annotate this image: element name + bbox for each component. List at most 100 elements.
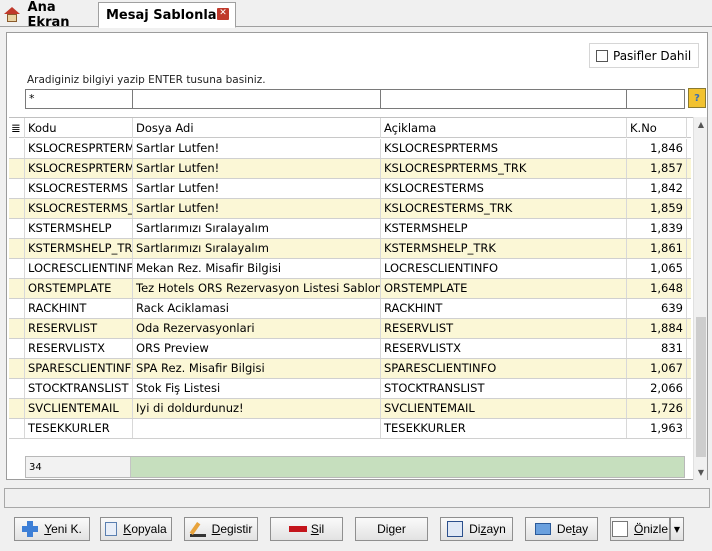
filter-input-kodu[interactable]: * bbox=[25, 89, 133, 109]
cell-aciklama[interactable]: LOCRESCLIENTINFO bbox=[381, 259, 627, 278]
row-indicator[interactable] bbox=[9, 339, 25, 358]
row-indicator[interactable] bbox=[9, 219, 25, 238]
filter-input-dosya-adi[interactable] bbox=[132, 89, 381, 109]
cell-aciklama[interactable]: SPARESCLIENTINFO bbox=[381, 359, 627, 378]
close-icon[interactable]: ✕ bbox=[217, 8, 229, 20]
sil-button[interactable]: Sil bbox=[270, 517, 343, 541]
cell-kno[interactable]: 1,846 bbox=[627, 139, 687, 158]
cell-aciklama[interactable]: RESERVLIST bbox=[381, 319, 627, 338]
row-indicator[interactable] bbox=[9, 419, 25, 438]
table-row[interactable]: STOCKTRANSLIST Stok Fiş Listesi STOCKTRANS… bbox=[9, 379, 691, 399]
cell-aciklama[interactable]: RESERVLISTX bbox=[381, 339, 627, 358]
table-row[interactable]: RESERVLISTX ORS Preview RESERVLISTX 831 bbox=[9, 339, 691, 359]
cell-dosya-adi[interactable]: Sartlar Lutfen! bbox=[133, 139, 381, 158]
cell-dosya-adi[interactable]: ORS Preview bbox=[133, 339, 381, 358]
dizayn-button[interactable]: Dizayn bbox=[440, 517, 513, 541]
cell-kodu[interactable]: TESEKKURLER bbox=[25, 419, 133, 438]
cell-dosya-adi[interactable]: Sartlar Lutfen! bbox=[133, 179, 381, 198]
diger-button[interactable]: Diger bbox=[355, 517, 428, 541]
table-row[interactable]: SVCLIENTEMAIL Iyi di doldurdunuz! SVCLIENT… bbox=[9, 399, 691, 419]
tab-ana-ekran[interactable]: Ana Ekran bbox=[4, 0, 100, 30]
cell-kno[interactable]: 1,842 bbox=[627, 179, 687, 198]
table-row[interactable]: KSLOCRESPRTERMS_TRKSartlar Lutfen!KSLOCR… bbox=[9, 159, 691, 179]
cell-kodu[interactable]: SPARESCLIENTINFO bbox=[25, 359, 133, 378]
cell-dosya-adi[interactable]: Sartlarımızı Sıralayalım bbox=[133, 219, 381, 238]
cell-aciklama[interactable]: RACKHINT bbox=[381, 299, 627, 318]
cell-kno[interactable]: 831 bbox=[627, 339, 687, 358]
table-row[interactable]: KSTERMSHELP_TRK Sartlarımızı Sıralayalım K… bbox=[9, 239, 691, 259]
table-row[interactable]: KSTERMSHELP Sartlarımızı Sıralayalım KSTER… bbox=[9, 219, 691, 239]
scroll-up-icon[interactable]: ▲ bbox=[696, 120, 706, 129]
row-indicator[interactable] bbox=[9, 199, 25, 218]
filter-input-kno[interactable] bbox=[626, 89, 685, 109]
column-chooser-icon[interactable]: ≣ bbox=[9, 118, 25, 138]
row-indicator[interactable] bbox=[9, 399, 25, 418]
cell-kno[interactable]: 1,065 bbox=[627, 259, 687, 278]
cell-kodu[interactable]: RACKHINT bbox=[25, 299, 133, 318]
cell-kodu[interactable]: SVCLIENTEMAIL bbox=[25, 399, 133, 418]
cell-dosya-adi[interactable]: Sartlarımızı Sıralayalım bbox=[133, 239, 381, 258]
pasifler-dahil-checkbox[interactable]: Pasifler Dahil bbox=[589, 43, 699, 68]
table-row[interactable]: KSLOCRESTERMS_TRKSartlar Lutfen!KSLOCRES… bbox=[9, 199, 691, 219]
cell-kodu[interactable]: LOCRESCLIENTINFO bbox=[25, 259, 133, 278]
cell-kodu[interactable]: ORSTEMPLATE bbox=[25, 279, 133, 298]
cell-dosya-adi[interactable]: Sartlar Lutfen! bbox=[133, 199, 381, 218]
column-header-kodu[interactable]: Kodu bbox=[25, 118, 133, 138]
column-header-kno[interactable]: K.No bbox=[627, 118, 687, 138]
scroll-down-icon[interactable]: ▼ bbox=[696, 468, 706, 477]
row-indicator[interactable] bbox=[9, 319, 25, 338]
cell-kno[interactable]: 1,839 bbox=[627, 219, 687, 238]
cell-kno[interactable]: 1,861 bbox=[627, 239, 687, 258]
cell-kodu[interactable]: KSTERMSHELP bbox=[25, 219, 133, 238]
cell-kodu[interactable]: KSLOCRESTERMS bbox=[25, 179, 133, 198]
cell-dosya-adi[interactable]: Mekan Rez. Misafir Bilgisi bbox=[133, 259, 381, 278]
cell-kno[interactable]: 2,066 bbox=[627, 379, 687, 398]
cell-aciklama[interactable]: ORSTEMPLATE bbox=[381, 279, 627, 298]
row-indicator[interactable] bbox=[9, 299, 25, 318]
cell-kno[interactable]: 1,726 bbox=[627, 399, 687, 418]
row-indicator[interactable] bbox=[9, 279, 25, 298]
cell-kno[interactable]: 1,067 bbox=[627, 359, 687, 378]
cell-kno[interactable]: 1,859 bbox=[627, 199, 687, 218]
cell-dosya-adi[interactable]: Rack Aciklamasi bbox=[133, 299, 381, 318]
table-row[interactable]: KSLOCRESTERMS Sartlar Lutfen! KSLOCRESTERM… bbox=[9, 179, 691, 199]
column-header-dosya-adi[interactable]: Dosya Adi bbox=[133, 118, 381, 138]
cell-aciklama[interactable]: KSLOCRESTERMS bbox=[381, 179, 627, 198]
table-row[interactable]: KSLOCRESPRTERMS Sartlar Lutfen! KSLOCRESPR… bbox=[9, 139, 691, 159]
cell-aciklama[interactable]: SVCLIENTEMAIL bbox=[381, 399, 627, 418]
cell-kodu[interactable]: KSLOCRESPRTERMS_TRK bbox=[25, 159, 133, 178]
cell-aciklama[interactable]: STOCKTRANSLIST bbox=[381, 379, 627, 398]
table-row[interactable]: TESEKKURLER TESEKKURLER 1,963 bbox=[9, 419, 691, 439]
cell-kno[interactable]: 1,857 bbox=[627, 159, 687, 178]
cell-aciklama[interactable]: KSTERMSHELP_TRK bbox=[381, 239, 627, 258]
row-indicator[interactable] bbox=[9, 159, 25, 178]
cell-aciklama[interactable]: KSLOCRESPRTERMS bbox=[381, 139, 627, 158]
degistir-button[interactable]: Degistir bbox=[184, 517, 258, 541]
scrollbar-thumb[interactable] bbox=[696, 317, 706, 457]
filter-icon[interactable]: ? bbox=[688, 88, 706, 108]
table-row[interactable]: RESERVLIST Oda Rezervasyonlari RESERVLIST 1… bbox=[9, 319, 691, 339]
cell-kno[interactable]: 639 bbox=[627, 299, 687, 318]
cell-dosya-adi[interactable]: Iyi di doldurdunuz! bbox=[133, 399, 381, 418]
cell-kodu[interactable]: RESERVLIST bbox=[25, 319, 133, 338]
cell-kodu[interactable]: RESERVLISTX bbox=[25, 339, 133, 358]
cell-aciklama[interactable]: KSLOCRESPRTERMS_TRK bbox=[381, 159, 627, 178]
column-header-aciklama[interactable]: Açiklama bbox=[381, 118, 627, 138]
cell-kodu[interactable]: KSLOCRESPRTERMS bbox=[25, 139, 133, 158]
cell-dosya-adi[interactable]: SPA Rez. Misafir Bilgisi bbox=[133, 359, 381, 378]
tab-mesaj-sablonlari[interactable]: Mesaj Sablonlari ✕ bbox=[98, 2, 236, 28]
cell-aciklama[interactable]: TESEKKURLER bbox=[381, 419, 627, 438]
detay-button[interactable]: Detay bbox=[525, 517, 598, 541]
table-row[interactable]: LOCRESCLIENTINFO Mekan Rez. Misafir Bilgi… bbox=[9, 259, 691, 279]
cell-kodu[interactable]: KSTERMSHELP_TRK bbox=[25, 239, 133, 258]
table-row[interactable]: SPARESCLIENTINFO SPA Rez. Misafir Bilgisi… bbox=[9, 359, 691, 379]
row-indicator[interactable] bbox=[9, 359, 25, 378]
cell-dosya-adi[interactable]: Sartlar Lutfen! bbox=[133, 159, 381, 178]
filter-input-aciklama[interactable] bbox=[380, 89, 627, 109]
cell-dosya-adi[interactable]: Tez Hotels ORS Rezervasyon Listesi Sablo… bbox=[133, 279, 381, 298]
row-indicator[interactable] bbox=[9, 139, 25, 158]
cell-dosya-adi[interactable] bbox=[133, 419, 381, 438]
kopyala-button[interactable]: Kopyala bbox=[100, 517, 172, 541]
cell-aciklama[interactable]: KSLOCRESTERMS_TRK bbox=[381, 199, 627, 218]
yeni-button[interactable]: Yeni K. bbox=[14, 517, 90, 541]
